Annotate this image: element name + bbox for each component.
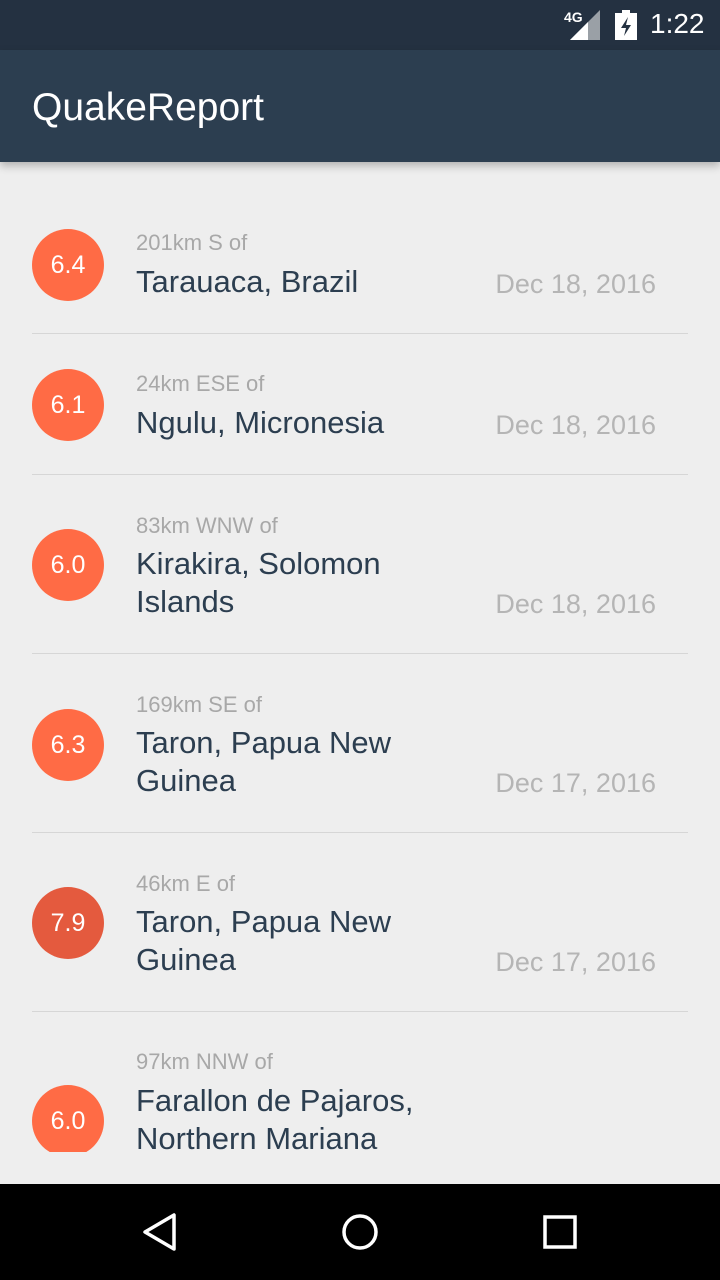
- location-offset: 83km WNW of: [136, 513, 278, 538]
- primary-location: Ngulu, Micronesia: [136, 405, 385, 440]
- earthquake-date: Dec 18, 2016: [495, 269, 656, 299]
- location-offset: 97km NNW of: [136, 1049, 273, 1074]
- recents-icon[interactable]: [542, 1214, 578, 1250]
- magnitude-circle: 6.3: [32, 709, 104, 781]
- magnitude-circle: 6.1: [32, 369, 104, 441]
- magnitude-circle: 6.4: [32, 229, 104, 301]
- home-icon[interactable]: [340, 1212, 380, 1252]
- primary-location: Taron, Papua New Guinea: [136, 725, 392, 798]
- battery-icon: [615, 10, 637, 40]
- status-time: 1:22: [650, 8, 705, 39]
- primary-location: Taron, Papua New Guinea: [136, 904, 392, 977]
- app-title: QuakeReport: [32, 86, 264, 129]
- location-offset: 201km S of: [136, 230, 248, 255]
- earthquake-list-item[interactable]: 6.1 24km ESE of Ngulu, Micronesia Dec 18…: [32, 334, 688, 475]
- earthquake-date: Dec 18, 2016: [495, 410, 656, 440]
- earthquake-list-item[interactable]: 6.0 97km NNW of Farallon de Pajaros, Nor…: [32, 1012, 688, 1152]
- back-icon[interactable]: [140, 1212, 180, 1252]
- earthquake-list[interactable]: 6.4 201km S of Tarauaca, Brazil Dec 18, …: [0, 162, 720, 1152]
- earthquake-date: Dec 17, 2016: [495, 947, 656, 977]
- primary-location: Kirakira, Solomon Islands: [136, 546, 381, 619]
- network-type-label: 4G: [564, 9, 583, 25]
- earthquake-list-item[interactable]: 6.0 83km WNW of Kirakira, Solomon Island…: [32, 475, 688, 654]
- location-offset: 46km E of: [136, 871, 236, 896]
- magnitude-circle: 6.0: [32, 1085, 104, 1152]
- magnitude-circle: 6.0: [32, 529, 104, 601]
- earthquake-date: Dec 18, 2016: [495, 589, 656, 619]
- app-bar: QuakeReport: [0, 50, 720, 162]
- primary-location: Tarauaca, Brazil: [136, 264, 359, 299]
- earthquake-list-item[interactable]: 7.9 46km E of Taron, Papua New Guinea De…: [32, 833, 688, 1012]
- magnitude-circle: 7.9: [32, 887, 104, 959]
- earthquake-list-item[interactable]: 6.3 169km SE of Taron, Papua New Guinea …: [32, 654, 688, 833]
- navigation-bar: [0, 1184, 720, 1280]
- location-offset: 24km ESE of: [136, 371, 265, 396]
- earthquake-list-item[interactable]: 6.4 201km S of Tarauaca, Brazil Dec 18, …: [32, 192, 688, 334]
- primary-location: Farallon de Pajaros, Northern Mariana: [136, 1083, 414, 1152]
- earthquake-date: Dec 17, 2016: [495, 768, 656, 798]
- status-bar: 4G 1:22: [0, 0, 720, 50]
- location-offset: 169km SE of: [136, 692, 262, 717]
